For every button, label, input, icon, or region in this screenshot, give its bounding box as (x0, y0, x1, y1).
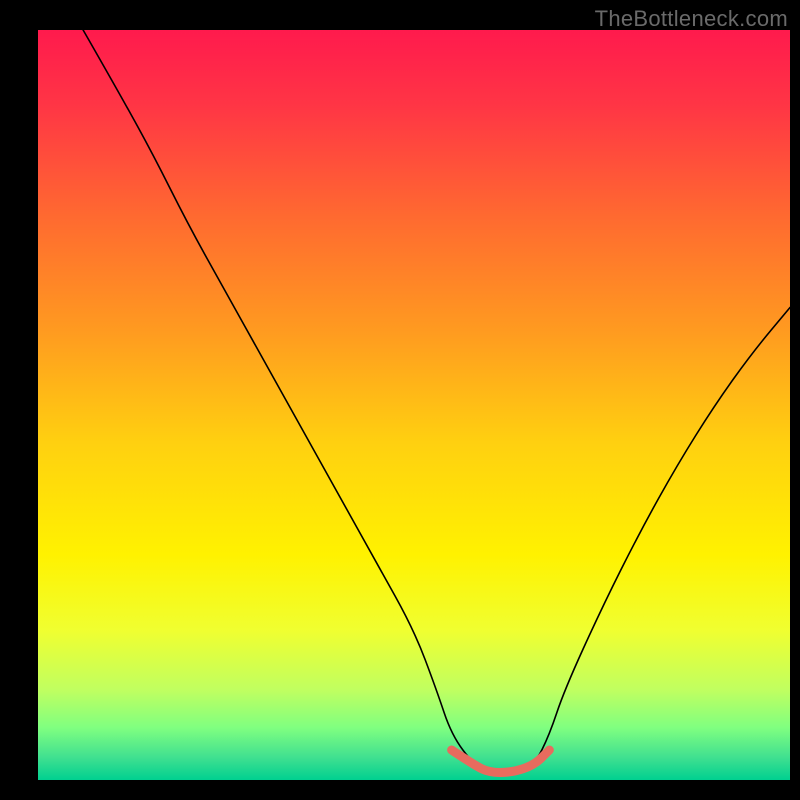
bottleneck-chart (0, 0, 800, 800)
gradient-background (38, 30, 790, 780)
chart-frame: TheBottleneck.com (0, 0, 800, 800)
watermark-text: TheBottleneck.com (595, 6, 788, 32)
